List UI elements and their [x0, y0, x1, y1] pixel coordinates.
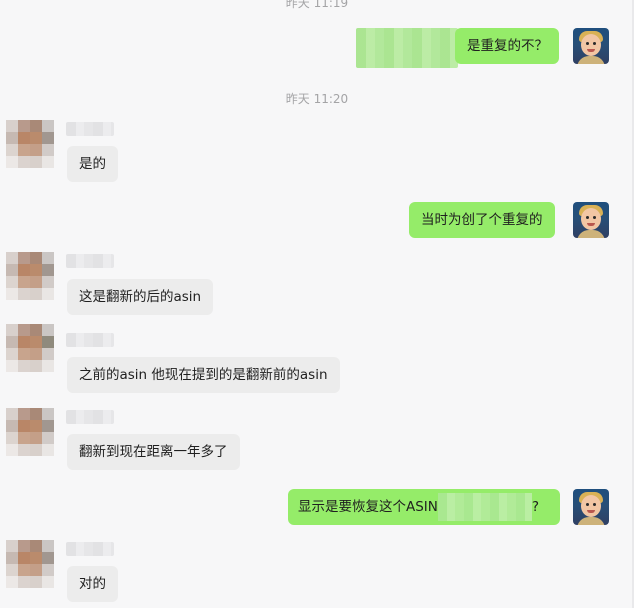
- avatar-contact-icon[interactable]: [6, 252, 54, 300]
- avatar-contact-icon[interactable]: [6, 540, 54, 588]
- redacted-text: [356, 28, 458, 68]
- message-bubble-mine[interactable]: 当时为创了个重复的: [409, 202, 555, 238]
- message-bubble-contact[interactable]: 这是翻新的后的asin: [67, 279, 214, 315]
- message-text: 之前的asin 他现在提到的是翻新前的asin: [79, 367, 328, 383]
- message-text: 是重复的不？: [467, 38, 548, 54]
- avatar-me-icon[interactable]: [573, 202, 609, 238]
- message-bubble-mine[interactable]: 是重复的不？: [455, 28, 559, 64]
- sender-name-redacted: [66, 122, 114, 136]
- message-bubble-contact[interactable]: 之前的asin 他现在提到的是翻新前的asin: [67, 357, 340, 393]
- avatar-contact-icon[interactable]: [6, 324, 54, 372]
- message-text: 显示是要恢复这个ASIN: [298, 499, 438, 515]
- message-bubble-contact[interactable]: 是的: [67, 146, 118, 182]
- message-text: 是的: [79, 156, 106, 172]
- message-bubble-contact[interactable]: 翻新到现在距离一年多了: [67, 434, 240, 470]
- avatar-contact-icon[interactable]: [6, 408, 54, 456]
- message-text: 这是翻新的后的asin: [79, 289, 202, 305]
- redacted-text: [437, 493, 532, 521]
- sender-name-redacted: [66, 333, 114, 347]
- message-text-suffix: ?: [531, 499, 540, 515]
- message-text: 对的: [79, 576, 106, 592]
- timestamp-2: 昨天 11:20: [285, 92, 349, 106]
- avatar-contact-icon[interactable]: [6, 120, 54, 168]
- message-text: 当时为创了个重复的: [421, 212, 543, 228]
- avatar-me-icon[interactable]: [573, 28, 609, 64]
- sender-name-redacted: [66, 410, 114, 424]
- message-bubble-contact[interactable]: 对的: [67, 566, 118, 602]
- timestamp-1: 昨天 11:19: [285, 0, 349, 10]
- message-text: 翻新到现在距离一年多了: [79, 444, 228, 460]
- sender-name-redacted: [66, 254, 114, 268]
- sender-name-redacted: [66, 542, 114, 556]
- message-bubble-mine[interactable]: 显示是要恢复这个ASIN?: [288, 489, 560, 525]
- avatar-me-icon[interactable]: [573, 489, 609, 525]
